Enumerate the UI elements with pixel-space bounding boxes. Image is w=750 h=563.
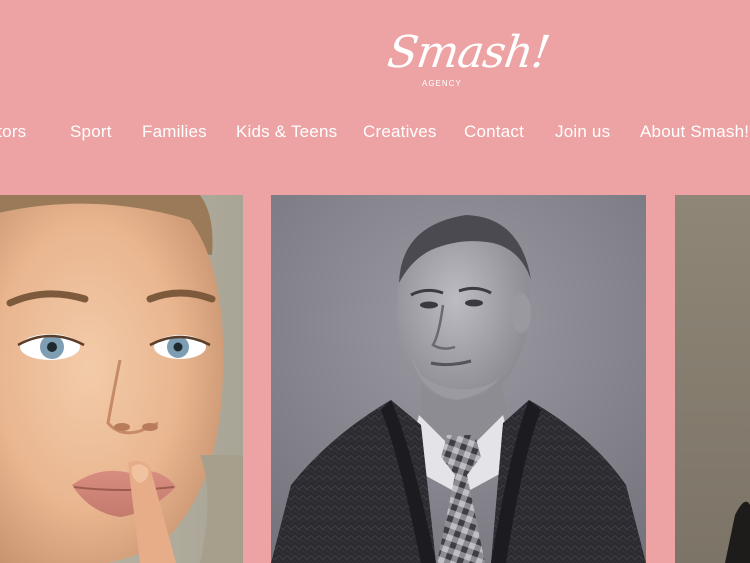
main-navigation: Actors Sport Families Kids & Teens Creat…: [0, 120, 750, 146]
talent-gallery: [0, 195, 750, 563]
smash-agency-logo[interactable]: Smash! AGENCY: [384, 27, 552, 92]
nav-item-about-smash[interactable]: About Smash!: [640, 122, 749, 142]
logo-subtext: AGENCY: [422, 79, 462, 88]
page: Smash! AGENCY Actors Sport Families Kids…: [0, 0, 750, 563]
site-header: Smash! AGENCY Actors Sport Families Kids…: [0, 0, 750, 195]
talent-photo-partial[interactable]: [675, 195, 750, 563]
nav-item-join-us[interactable]: Join us: [555, 122, 610, 142]
nav-item-families[interactable]: Families: [142, 122, 207, 142]
nav-item-sport[interactable]: Sport: [70, 122, 112, 142]
nav-item-creatives[interactable]: Creatives: [363, 122, 437, 142]
nav-item-kids-teens[interactable]: Kids & Teens: [236, 122, 337, 142]
nav-item-contact[interactable]: Contact: [464, 122, 524, 142]
talent-photo-woman[interactable]: [0, 195, 243, 563]
nav-item-actors[interactable]: Actors: [0, 122, 26, 142]
logo-wordmark: Smash!: [384, 27, 553, 78]
talent-photo-man[interactable]: [271, 195, 646, 563]
